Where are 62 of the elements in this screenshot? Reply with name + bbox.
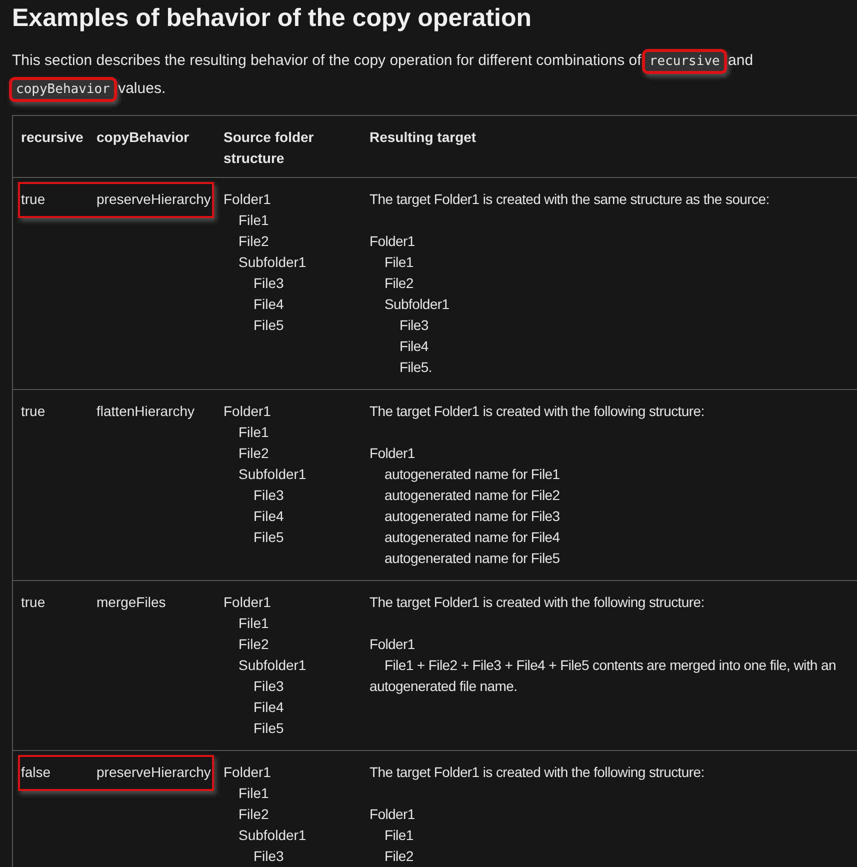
page-heading: Examples of behavior of the copy operation [12,3,532,34]
folder-tree-item: autogenerated name for File3 [384,506,561,526]
table-cell-text: flattenHierarchy [96,402,195,421]
folder-tree-item: Folder1 [370,232,416,250]
intro-paragraph: This section describes the resulting behavior of the copy operation for different combinations of recursive and copyBehavior values. [12,50,754,100]
folder-tree-item: File1 [238,614,270,632]
folder-tree-item: File2 [238,444,270,462]
result-description: The target Folder1 is created with the following structure: [370,762,706,782]
folder-tree-item: File1 [384,826,414,844]
result-description: The target Folder1 is created with the same structure as the source: [370,190,770,209]
folder-tree-item: File3 [252,676,285,696]
folder-tree-item: File1 [238,210,270,230]
folder-tree-item: File2 [238,232,270,250]
folder-tree-item: Subfolder1 [238,464,308,484]
table-cell-text: true [21,190,46,208]
table-cell-text: false [21,762,51,782]
column-header: recursive [21,128,84,146]
folder-tree-item: File2 [384,846,414,866]
folder-tree-item: Folder1 [370,804,416,824]
folder-tree-item: Folder1 [370,444,416,462]
folder-tree-item: File1 [238,422,270,442]
folder-tree-item: File3 [252,274,285,292]
folder-tree-item: File4 [252,294,285,314]
folder-tree-item: autogenerated name for File1 [384,464,561,484]
folder-tree-item: Folder1 [224,190,272,208]
column-header: copyBehavior [96,128,190,147]
table-cell-text: preserveHierarchy [96,190,211,209]
folder-tree-item: Folder1 [224,762,272,782]
folder-tree-item: File4 [252,698,285,716]
folder-tree-item: Subfolder1 [238,656,308,674]
folder-tree-item: File3 [252,846,285,866]
table-cell-text: true [21,402,46,420]
folder-tree-item: Subfolder1 [384,294,450,314]
folder-tree-item: File1 [238,784,270,802]
folder-tree-item: autogenerated name for File2 [384,486,561,505]
folder-tree-item: File3 [398,316,430,334]
folder-tree-item: File5. [398,358,433,376]
folder-tree-item: File2 [238,804,270,824]
folder-tree-item: File1 + File2 + File3 + File4 + File5 contents are merged into one file, with an autogenerated file name. [370,656,837,696]
folder-tree-item: autogenerated name for File5 [384,548,561,568]
folder-tree-item: autogenerated name for File4 [384,528,561,547]
table-cell-text: true [21,592,46,612]
folder-tree-item: File2 [238,634,270,654]
column-header: Resulting target [370,128,476,147]
folder-tree-item: File2 [384,274,414,292]
folder-tree-item: Subfolder1 [238,252,308,272]
folder-tree-item: File3 [252,486,285,504]
folder-tree-item: File4 [398,336,430,356]
folder-tree-item: Folder1 [224,402,272,420]
column-header: Source folder structure [224,128,315,168]
folder-tree-item: File5 [252,528,285,546]
table-cell-text: preserveHierarchy [96,762,211,782]
folder-tree-item: File5 [252,718,285,738]
folder-tree-item: Folder1 [224,592,272,612]
result-description: The target Folder1 is created with the following structure: [370,592,706,612]
table-cell-text: mergeFiles [96,592,166,612]
folder-tree-item: Folder1 [370,634,416,654]
result-description: The target Folder1 is created with the following structure: [370,402,706,421]
folder-tree-item: Subfolder1 [238,826,308,844]
folder-tree-item: File5 [252,316,285,334]
folder-tree-item: File4 [252,506,285,526]
folder-tree-item: File1 [384,252,414,272]
